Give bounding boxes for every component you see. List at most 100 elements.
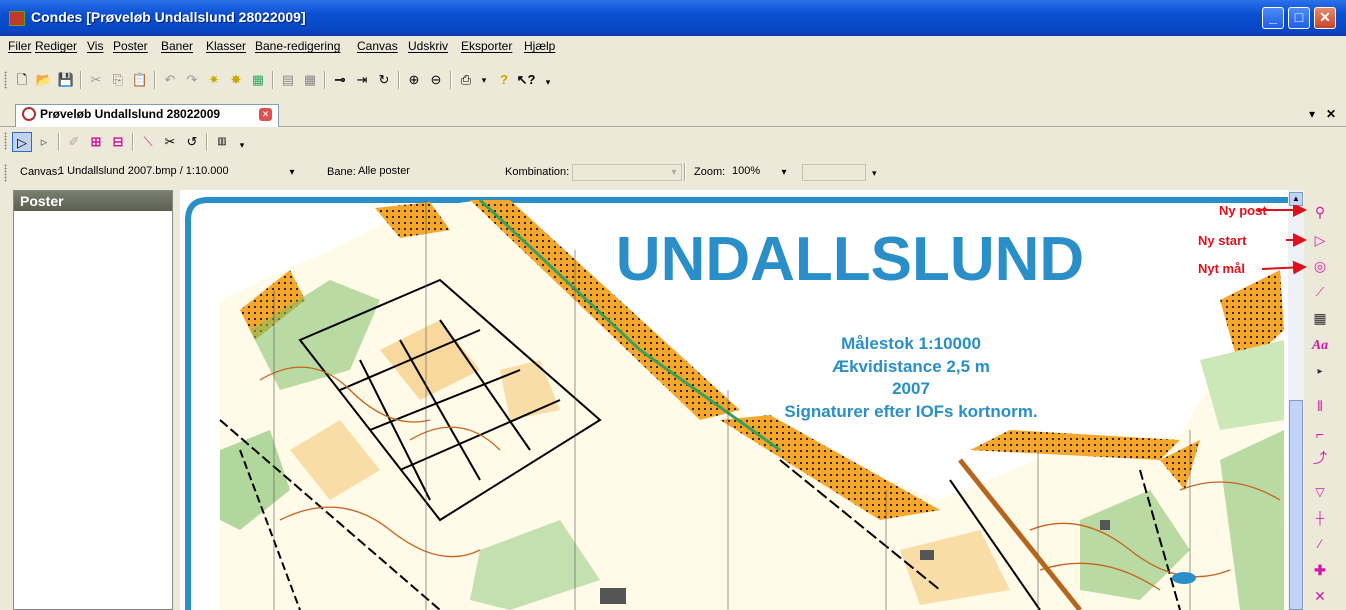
- document-tab-close-icon[interactable]: ✕: [259, 108, 272, 121]
- menu-baner[interactable]: Baner: [161, 39, 193, 53]
- window-title: Condes [Prøveløb Undallslund 28022009]: [31, 9, 306, 25]
- app-icon[interactable]: [9, 11, 25, 26]
- menu-eksporter[interactable]: Eksporter: [461, 39, 512, 53]
- pane-close-icon[interactable]: ✕: [1326, 107, 1336, 121]
- close-button[interactable]: ✕: [1314, 7, 1336, 29]
- toolbar-separator: [80, 71, 82, 89]
- print-icon[interactable]: ⎙: [456, 70, 476, 90]
- toolbar-separator: [684, 163, 686, 181]
- annotation-ny-start: Ny start: [1198, 233, 1247, 248]
- zoom-label: Zoom:: [694, 166, 726, 178]
- print-dropdown-icon[interactable]: ▾: [474, 70, 494, 90]
- hatch-tool-icon[interactable]: ⦀: [1310, 396, 1330, 416]
- menu-bane-redigering[interactable]: Bane-redigering: [255, 39, 340, 53]
- map-canvas[interactable]: UNDALLSLUND Målestok 1:10000 Ækvidistanc…: [180, 190, 1304, 610]
- context-help-icon[interactable]: ↖?: [516, 70, 536, 90]
- pin-icon[interactable]: ▾: [1309, 107, 1315, 121]
- select-pointer-icon[interactable]: ▷: [12, 132, 32, 152]
- canvas-label: Canvas:: [20, 166, 61, 178]
- undo-icon[interactable]: ↶: [160, 70, 180, 90]
- menu-vis[interactable]: Vis: [87, 39, 103, 53]
- wizard-2-icon[interactable]: ✸: [226, 70, 246, 90]
- zoom-extra-field[interactable]: [802, 164, 866, 181]
- annotation-nyt-maal: Nyt mål: [1198, 261, 1245, 276]
- first-aid-tool-icon[interactable]: ✚: [1310, 560, 1330, 580]
- pen-icon[interactable]: ✐: [64, 132, 84, 152]
- wizard-3-icon[interactable]: ▦: [248, 70, 268, 90]
- redo-icon[interactable]: ↷: [182, 70, 202, 90]
- new-file-icon[interactable]: 🗋: [12, 70, 32, 90]
- menu-bar: Filer Rediger Vis Poster Baner Klasser B…: [0, 36, 1346, 58]
- toolbar-grip[interactable]: [4, 71, 7, 89]
- zoom-dropdown-icon[interactable]: ▾: [776, 164, 792, 181]
- canvas-select[interactable]: 1 Undallslund 2007.bmp / 1:10.000: [56, 164, 288, 181]
- map-legend-equidistance: Ækvidistance 2,5 m: [832, 357, 990, 376]
- toolbar-separator: [450, 71, 452, 89]
- menu-poster[interactable]: Poster: [113, 39, 148, 53]
- document-tab-label: Prøveløb Undallslund 28022009: [40, 107, 221, 121]
- toolbar-separator: [324, 71, 326, 89]
- poster-panel: [13, 190, 173, 610]
- fill-tool-icon[interactable]: ▦: [1310, 308, 1330, 328]
- select-area-icon[interactable]: ▹: [34, 132, 54, 152]
- key-icon[interactable]: ⊸: [330, 70, 350, 90]
- export-icon[interactable]: ⇥: [352, 70, 372, 90]
- route-tool-icon[interactable]: ⤴: [1310, 448, 1330, 468]
- toolbar-grip[interactable]: [4, 164, 7, 182]
- zoom-select[interactable]: 100%: [730, 164, 770, 181]
- new-start-tool-icon[interactable]: ▷: [1310, 230, 1330, 250]
- scroll-up-button[interactable]: ▲: [1289, 192, 1303, 206]
- canvas-dropdown-icon[interactable]: ▾: [284, 164, 300, 181]
- poster-panel-title: Poster: [14, 191, 172, 211]
- table-icon[interactable]: ▦: [300, 70, 320, 90]
- bane-label: Bane:: [327, 166, 356, 178]
- text-tool-icon[interactable]: Aa: [1310, 336, 1330, 356]
- rotate-icon[interactable]: ↻: [374, 70, 394, 90]
- menu-filer[interactable]: Filer: [8, 39, 31, 53]
- menu-udskriv[interactable]: Udskriv: [408, 39, 448, 53]
- new-finish-tool-icon[interactable]: ◎: [1310, 256, 1330, 276]
- menu-rediger[interactable]: Rediger: [35, 39, 77, 53]
- wizard-icon[interactable]: ✷: [204, 70, 224, 90]
- insert-control-icon[interactable]: ⊞: [86, 132, 106, 152]
- toolbar-overflow-icon[interactable]: ▾: [232, 135, 252, 155]
- line-tool-icon[interactable]: ⌐: [1310, 424, 1330, 444]
- open-folder-icon[interactable]: 📂: [34, 70, 54, 90]
- leg-icon[interactable]: ⟍: [138, 132, 158, 152]
- new-control-tool-icon[interactable]: ⚲: [1310, 202, 1330, 222]
- bane-select[interactable]: Alle poster: [356, 164, 470, 181]
- grid-icon[interactable]: ▤: [278, 70, 298, 90]
- paste-icon[interactable]: 📋: [130, 70, 150, 90]
- toolbar-grip[interactable]: [4, 132, 7, 150]
- cross-tool-icon[interactable]: ┼: [1310, 508, 1330, 528]
- main-toolbar: 🗋 📂 💾 ✂ ⎘ 📋 ↶ ↷ ✷ ✸ ▦ ▤ ▦ ⊸ ⇥ ↻ ⊕ ⊖ ⎙ ▾ …: [0, 58, 1346, 104]
- diagonal-tool-icon[interactable]: ⁄: [1310, 534, 1330, 554]
- menu-canvas[interactable]: Canvas: [357, 39, 398, 53]
- save-icon[interactable]: 💾: [56, 70, 76, 90]
- toolbar-separator: [272, 71, 274, 89]
- reset-icon[interactable]: ↺: [182, 132, 202, 152]
- toolbar-overflow-icon[interactable]: ▾: [538, 72, 558, 92]
- remove-control-icon[interactable]: ⊟: [108, 132, 128, 152]
- forbidden-tool-icon[interactable]: ✕: [1310, 586, 1330, 606]
- course-line-tool-icon[interactable]: ⟋: [1310, 282, 1330, 302]
- water-tool-icon[interactable]: ▽: [1310, 482, 1330, 502]
- measure-icon[interactable]: ▥: [212, 132, 232, 152]
- toolbar-separator: [206, 133, 208, 151]
- menu-hjaelp[interactable]: Hjælp: [524, 39, 555, 53]
- scroll-thumb[interactable]: [1289, 400, 1303, 610]
- kombination-dropdown-icon[interactable]: ▾: [666, 164, 682, 181]
- toolbar-overflow-icon[interactable]: ▾: [872, 168, 877, 179]
- minimize-button[interactable]: _: [1262, 7, 1284, 29]
- cut-icon[interactable]: ✂: [86, 70, 106, 90]
- zoom-in-icon[interactable]: ⊕: [404, 70, 424, 90]
- orienteering-map: UNDALLSLUND Målestok 1:10000 Ækvidistanc…: [180, 190, 1304, 610]
- scissors-icon[interactable]: ✂: [160, 132, 180, 152]
- zoom-out-icon[interactable]: ⊖: [426, 70, 446, 90]
- help-icon[interactable]: ?: [494, 70, 514, 90]
- tool-strip-scroll-icon[interactable]: ▸: [1310, 362, 1330, 382]
- menu-klasser[interactable]: Klasser: [206, 39, 246, 53]
- toolbar-separator: [58, 133, 60, 151]
- maximize-button[interactable]: □: [1288, 7, 1310, 29]
- copy-icon[interactable]: ⎘: [108, 70, 128, 90]
